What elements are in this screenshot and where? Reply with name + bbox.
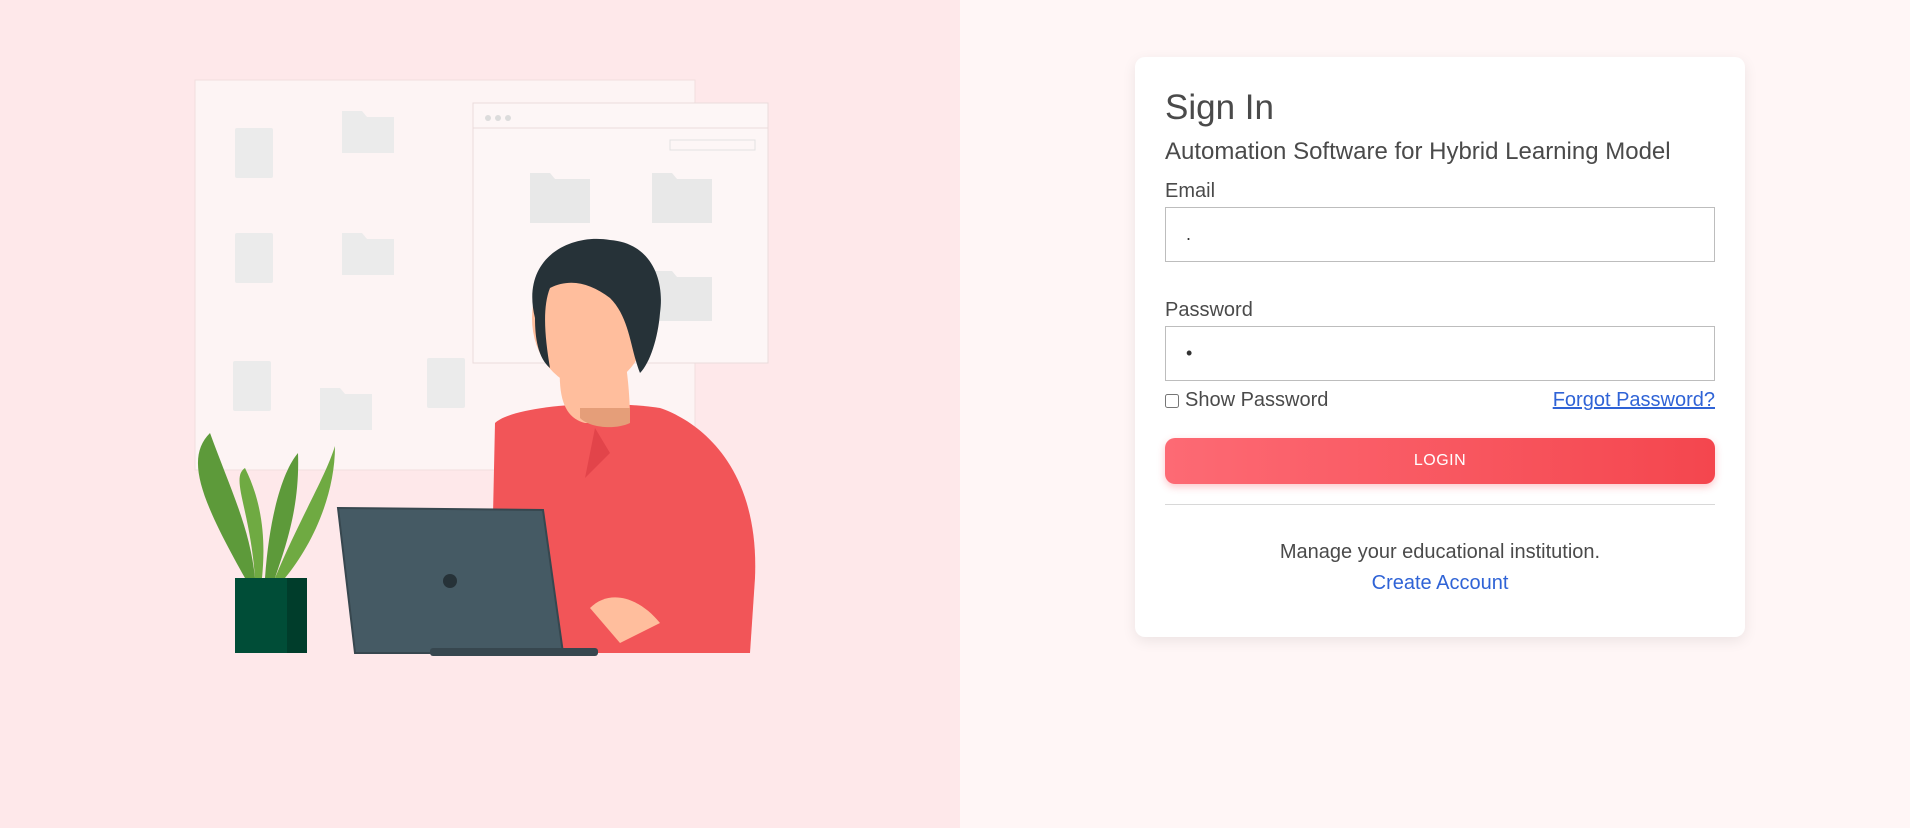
- signin-card: Sign In Automation Software for Hybrid L…: [1135, 57, 1745, 637]
- email-field[interactable]: [1165, 207, 1715, 262]
- show-password-label: Show Password: [1185, 389, 1329, 411]
- create-account-link[interactable]: Create Account: [1165, 572, 1715, 595]
- divider: [1165, 504, 1715, 505]
- show-password-checkbox[interactable]: [1165, 393, 1179, 408]
- illustration-pane: [0, 0, 960, 828]
- footer-tagline: Manage your educational institution.: [1279, 541, 1601, 563]
- password-options-row: Show Password Forgot Password?: [1165, 389, 1715, 412]
- page-subtitle: Automation Software for Hybrid Learning …: [1165, 138, 1671, 165]
- email-label: Email: [1165, 180, 1216, 202]
- forgot-password-link[interactable]: Forgot Password?: [1553, 389, 1715, 412]
- login-button[interactable]: LOGIN: [1165, 438, 1715, 484]
- show-password-toggle[interactable]: Show Password: [1165, 389, 1328, 412]
- password-field[interactable]: [1165, 326, 1715, 381]
- password-label: Password: [1165, 299, 1253, 321]
- person-with-laptop-illustration: [194, 79, 769, 656]
- page-title: Sign In: [1165, 88, 1274, 127]
